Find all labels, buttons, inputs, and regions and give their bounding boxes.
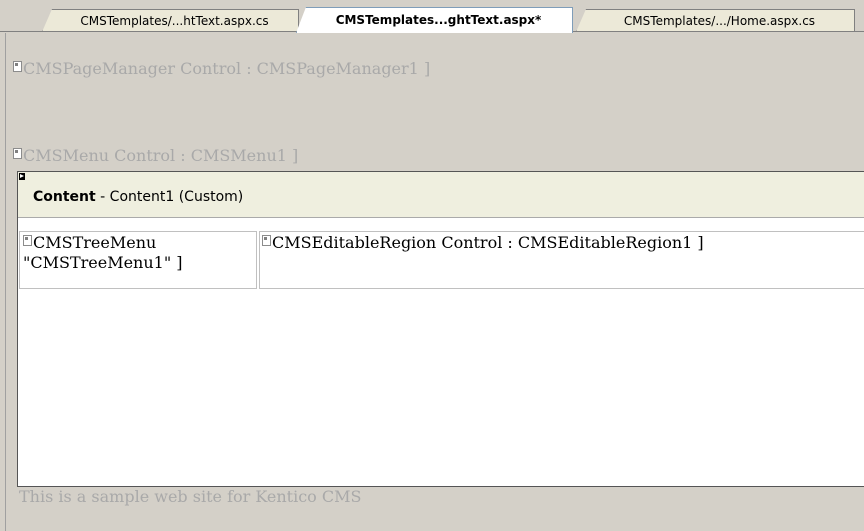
cms-page-manager-label: CMSPageManager Control : CMSPageManager1… (23, 59, 431, 78)
tab-label: CMSTemplates/...htText.aspx.cs (80, 14, 269, 28)
tab-lefttext-aspx[interactable]: CMSTemplates...ghtText.aspx* (296, 7, 573, 33)
content-title-bold: Content (33, 189, 96, 205)
footer-text: This is a sample web site for Kentico CM… (19, 487, 362, 506)
design-surface[interactable]: CMSPageManager Control : CMSPageManager1… (5, 33, 864, 531)
smart-tag-arrow-icon[interactable] (19, 173, 25, 180)
cms-menu-label: CMSMenu Control : CMSMenu1 ] (23, 146, 299, 165)
tab-label: CMSTemplates...ghtText.aspx* (335, 13, 542, 27)
content-header: Content - Content1 (Custom) (18, 172, 864, 218)
control-glyph-icon (23, 235, 32, 246)
cms-page-manager-control[interactable]: CMSPageManager Control : CMSPageManager1… (13, 59, 430, 78)
control-glyph-icon (262, 235, 271, 246)
cms-menu-control[interactable]: CMSMenu Control : CMSMenu1 ] (13, 146, 298, 165)
control-glyph-icon (13, 61, 22, 72)
document-tab-strip: CMSTemplates/...htText.aspx.cs CMSTempla… (0, 0, 864, 33)
tab-home-aspx-cs[interactable]: CMSTemplates/.../Home.aspx.cs (576, 9, 855, 32)
tab-lefttext-aspx-cs[interactable]: CMSTemplates/...htText.aspx.cs (42, 9, 299, 32)
content-title: Content - Content1 (Custom) (33, 189, 243, 205)
tree-menu-cell[interactable]: CMSTreeMenu "CMSTreeMenu1" ] (19, 231, 257, 289)
content-placeholder[interactable]: Content - Content1 (Custom) CMSTreeMenu … (17, 171, 864, 487)
cms-editable-region-control[interactable]: CMSEditableRegion Control : CMSEditableR… (262, 233, 704, 253)
cms-tree-menu-label-1: CMSTreeMenu (33, 233, 157, 252)
cms-tree-menu-control[interactable]: CMSTreeMenu "CMSTreeMenu1" ] (23, 233, 183, 273)
tab-label: CMSTemplates/.../Home.aspx.cs (623, 14, 816, 28)
editable-region-cell[interactable]: CMSEditableRegion Control : CMSEditableR… (259, 231, 864, 289)
cms-tree-menu-label-2: "CMSTreeMenu1" ] (23, 253, 183, 272)
cms-editable-region-label: CMSEditableRegion Control : CMSEditableR… (272, 233, 704, 252)
content-title-rest: - Content1 (Custom) (95, 189, 244, 205)
control-glyph-icon (13, 148, 22, 159)
